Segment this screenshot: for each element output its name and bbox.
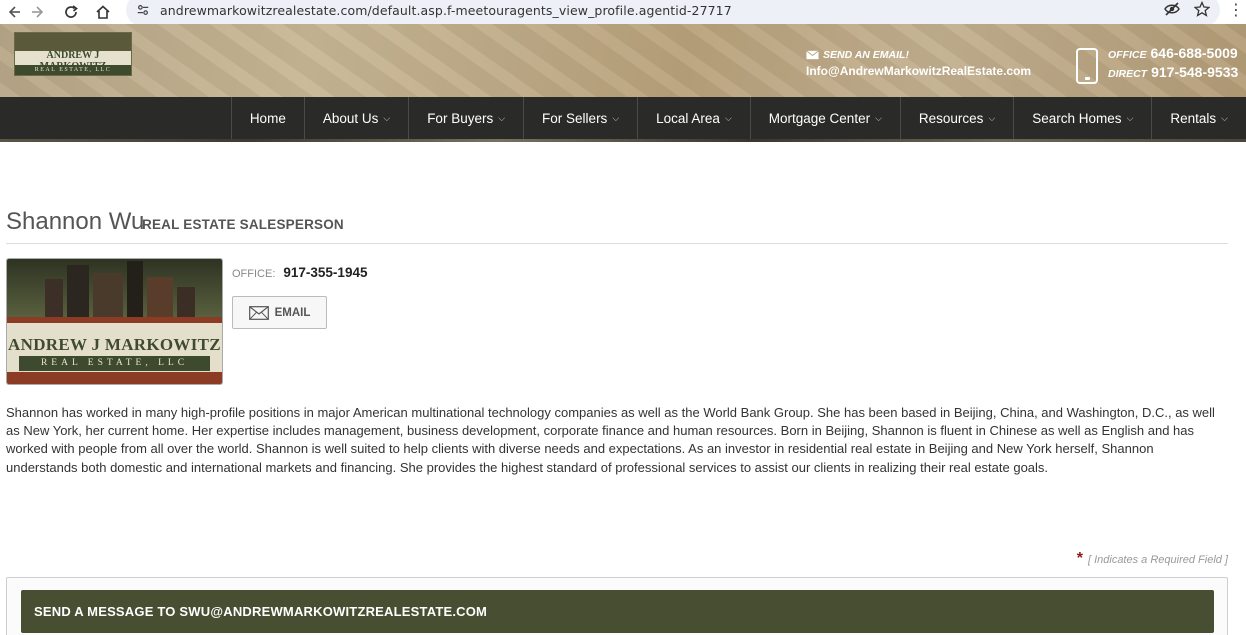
nav-item-local-area[interactable]: Local Area ⌵ [637,97,750,139]
envelope-icon [248,305,269,320]
browser-toolbar: andrewmarkowitzrealestate.com/default.as… [0,0,1246,26]
office-phone-link[interactable]: 646-688-5009 [1151,45,1238,61]
header-email-link[interactable]: Info@AndrewMarkowitzRealEstate.com [806,64,1031,78]
email-button-label: EMAIL [274,306,311,319]
url-text: andrewmarkowitzrealestate.com/default.as… [160,2,732,18]
tracking-protection-icon[interactable] [1164,1,1180,17]
main-navigation: Home About Us ⌵ For Buyers ⌵ For Sellers ⌵ … [0,97,1246,139]
photo-bottom-band [7,372,222,384]
chevron-down-icon: ⌵ [383,112,391,123]
chevron-down-icon: ⌵ [988,112,996,123]
address-bar[interactable]: andrewmarkowitzrealestate.com/default.as… [126,0,1220,26]
banner-strip [0,139,1246,142]
email-label: SEND AN EMAIL! [823,49,909,61]
back-icon[interactable] [0,1,26,23]
logo-subtitle: REAL ESTATE, LLC [15,65,131,75]
chevron-down-icon: ⌵ [498,112,506,123]
nav-item-search-homes[interactable]: Search Homes ⌵ [1013,97,1151,139]
chevron-down-icon: ⌵ [724,112,732,123]
photo-brand: ANDREW J MARKOWITZ [8,335,221,354]
required-field-text: [ Indicates a Required Field ] [1087,554,1228,566]
phone-icon [1076,48,1098,84]
browser-menu-icon[interactable]: ⋮ [1228,3,1244,19]
bookmark-star-icon[interactable] [1194,1,1210,17]
direct-phone-link[interactable]: 917-548-9533 [1151,64,1238,80]
direct-phone-label: DIRECT [1108,68,1148,80]
site-logo[interactable]: ANDREW J MARKOWITZ REAL ESTATE, LLC [14,32,132,76]
nav-item-about-us[interactable]: About Us ⌵ [303,97,408,139]
home-icon[interactable] [90,1,116,23]
nav-item-for-buyers[interactable]: For Buyers ⌵ [408,97,523,139]
photo-band [7,317,222,323]
envelope-icon [806,50,819,60]
site-info-icon[interactable] [136,3,150,17]
office-phone-label: OFFICE [1108,49,1147,61]
contact-form-header: SEND A MESSAGE TO SWU@ANDREWMARKOWITZREA… [21,590,1214,633]
photo-building [147,277,173,317]
nav-item-resources[interactable]: Resources ⌵ [899,97,1013,139]
contact-form: SEND A MESSAGE TO SWU@ANDREWMARKOWITZREA… [6,577,1228,635]
agent-title: REAL ESTATE SALESPERSON [142,217,344,232]
agent-photo: ANDREW J MARKOWITZ REAL ESTATE, LLC [6,258,223,385]
photo-building [127,261,143,317]
divider [6,243,1228,244]
required-star: * [1076,550,1083,567]
chevron-down-icon: ⌵ [1126,112,1134,123]
nav-item-home[interactable]: Home [230,97,304,139]
nav-item-for-sellers[interactable]: For Sellers ⌵ [523,97,637,139]
reload-icon[interactable] [58,1,84,23]
required-field-note: * [ Indicates a Required Field ] [1077,550,1228,568]
agent-office-label: OFFICE: [232,268,276,280]
site-header: ANDREW J MARKOWITZ REAL ESTATE, LLC SEND… [0,24,1246,97]
agent-office-row: OFFICE: 917-355-1945 [232,265,367,280]
logo-skyline [15,33,131,51]
agent-office-phone[interactable]: 917-355-1945 [283,265,367,280]
photo-subtitle: REAL ESTATE, LLC [19,356,210,371]
photo-building [45,279,63,317]
forward-icon[interactable] [26,1,52,23]
nav-item-rentals[interactable]: Rentals ⌵ [1151,97,1246,139]
nav-item-mortgage-center[interactable]: Mortgage Center ⌵ [749,97,900,139]
header-email-block: SEND AN EMAIL! Info@AndrewMarkowitzRealE… [806,49,1031,78]
header-phones: OFFICE 646-688-5009 DIRECT 917-548-9533 [1108,45,1238,83]
photo-building [177,287,195,317]
email-agent-button[interactable]: EMAIL [232,296,327,329]
photo-building [67,265,89,317]
chevron-down-icon: ⌵ [612,112,620,123]
agent-name: Shannon Wu [6,208,145,235]
agent-bio: Shannon has worked in many high-profile … [6,405,1215,475]
chevron-down-icon: ⌵ [1221,112,1228,123]
chevron-down-icon: ⌵ [875,112,882,123]
photo-building [93,273,123,317]
